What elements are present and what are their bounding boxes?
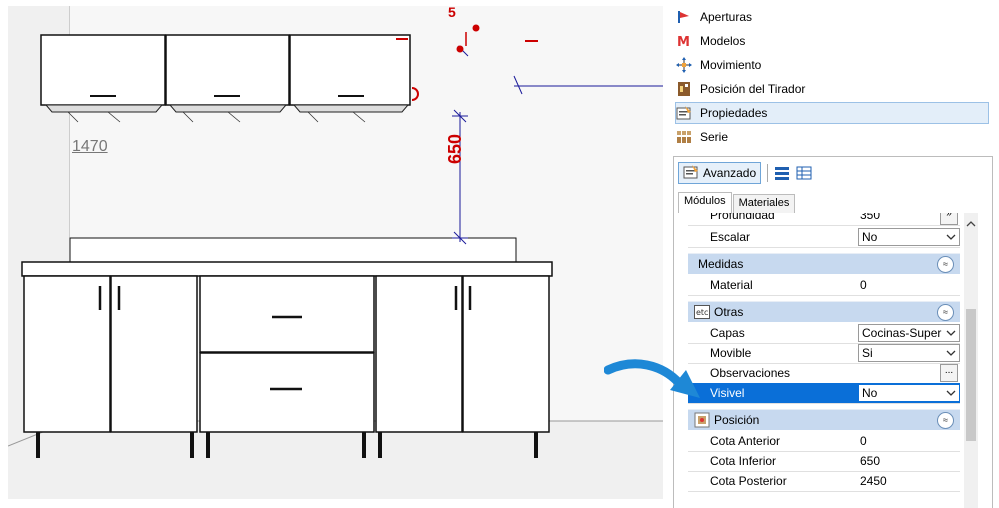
category-label: Medidas xyxy=(698,257,744,271)
category-label: Posición xyxy=(714,413,760,427)
properties-icon xyxy=(676,105,692,121)
row-capas[interactable]: Capas Cocinas-Super xyxy=(688,323,960,344)
menu-item-propiedades[interactable]: Propiedades xyxy=(675,102,989,124)
menu-item-movimiento[interactable]: Movimiento xyxy=(676,54,988,76)
row-movible[interactable]: Movible Si xyxy=(688,343,960,364)
menu-item-posicion-tirador[interactable]: Posición del Tirador xyxy=(676,78,988,100)
menu-item-serie[interactable]: Serie xyxy=(676,126,988,148)
capas-dropdown[interactable]: Cocinas-Super xyxy=(858,324,960,342)
row-cota-anterior[interactable]: Cota Anterior 0 xyxy=(688,431,960,452)
chevron-down-icon xyxy=(946,390,956,396)
models-icon: M xyxy=(676,33,692,49)
row-label: Capas xyxy=(710,326,745,340)
row-escalar[interactable]: Escalar No xyxy=(688,227,960,248)
toolbar-divider xyxy=(767,164,769,182)
property-grid: Profundidad 350 » Escalar No Medidas ≈ M… xyxy=(688,213,960,508)
row-label: Material xyxy=(710,278,753,292)
expand-button[interactable]: » xyxy=(940,213,958,225)
properties-icon xyxy=(683,164,699,183)
etc-icon: etc xyxy=(694,304,710,320)
handle-position-icon xyxy=(676,81,692,97)
menu-item-modelos[interactable]: M Modelos xyxy=(676,30,988,52)
visivel-dropdown[interactable]: No xyxy=(858,384,960,402)
row-material[interactable]: Material 0 xyxy=(688,275,960,296)
chevron-down-icon xyxy=(946,330,956,336)
chevron-down-icon xyxy=(946,234,956,240)
category-otras[interactable]: etc Otras ≈ xyxy=(688,301,960,322)
escalar-dropdown[interactable]: No xyxy=(858,228,960,246)
row-label: Profundidad xyxy=(710,213,775,222)
property-scrollbar[interactable] xyxy=(964,213,978,508)
row-value: 2450 xyxy=(860,474,887,488)
pointer-arrow-icon xyxy=(604,359,700,398)
properties-panel: Aperturas M Modelos Movimiento Posición … xyxy=(670,0,999,508)
row-value: 0 xyxy=(860,434,867,448)
position-icon xyxy=(694,412,710,428)
advanced-label: Avanzado xyxy=(703,166,757,180)
category-posicion[interactable]: Posición ≈ xyxy=(688,409,960,430)
property-toolbar: Avanzado xyxy=(678,161,818,185)
row-observaciones[interactable]: Observaciones ... xyxy=(688,363,960,384)
row-label: Movible xyxy=(710,346,752,360)
ellipsis-button[interactable]: ... xyxy=(940,364,958,382)
dropdown-value: No xyxy=(862,230,878,244)
menu-item-label: Aperturas xyxy=(700,10,753,24)
row-visivel[interactable]: Visivel No xyxy=(688,383,960,404)
movible-dropdown[interactable]: Si xyxy=(858,344,960,362)
app-window: 650 5 1470 Aperturas M Modelos Movimient… xyxy=(0,0,999,508)
collapse-icon[interactable]: ≈ xyxy=(937,304,954,321)
openings-icon xyxy=(676,9,692,25)
row-value: 0 xyxy=(860,278,867,292)
row-value: 350 xyxy=(860,213,881,222)
menu-item-label: Modelos xyxy=(700,34,746,48)
upper-cabinets xyxy=(40,34,411,106)
tab-materiales[interactable]: Materiales xyxy=(732,194,796,213)
row-label: Escalar xyxy=(710,230,751,244)
chevron-up-icon[interactable] xyxy=(964,217,978,231)
width-label: 1470 xyxy=(72,138,108,155)
property-grid-container: Avanzado Módulos Materiales Profundidad … xyxy=(673,156,993,508)
dimension-top-label: 5 xyxy=(448,6,456,20)
collapse-icon[interactable]: ≈ xyxy=(937,412,954,429)
category-medidas[interactable]: Medidas ≈ xyxy=(688,253,960,274)
svg-text:etc: etc xyxy=(696,308,708,317)
scroll-thumb[interactable] xyxy=(966,309,976,441)
series-icon xyxy=(676,129,692,145)
countertop xyxy=(21,261,553,277)
cad-viewport[interactable]: 650 5 1470 xyxy=(8,6,663,499)
property-tabs: Módulos Materiales xyxy=(678,192,796,213)
row-profundidad[interactable]: Profundidad 350 » xyxy=(688,213,960,226)
row-label: Visivel xyxy=(710,386,745,400)
row-label: Cota Posterior xyxy=(710,474,787,488)
category-label: Otras xyxy=(714,305,744,319)
dropdown-value: Si xyxy=(862,346,873,360)
menu-item-label: Movimiento xyxy=(700,58,762,72)
backsplash xyxy=(69,237,517,263)
dimension-height-label: 650 xyxy=(445,133,465,164)
menu-item-label: Posición del Tirador xyxy=(700,82,806,96)
advanced-button[interactable]: Avanzado xyxy=(678,162,762,184)
tab-modulos[interactable]: Módulos xyxy=(678,192,732,213)
row-value: 650 xyxy=(860,454,881,468)
categorized-view-icon[interactable] xyxy=(774,165,790,181)
menu-item-label: Serie xyxy=(700,130,729,144)
row-label: Cota Anterior xyxy=(710,434,781,448)
row-label: Cota Inferior xyxy=(710,454,777,468)
row-label: Observaciones xyxy=(710,366,791,380)
collapse-icon[interactable]: ≈ xyxy=(937,256,954,273)
alphabetical-view-icon[interactable] xyxy=(796,165,812,181)
move-icon xyxy=(676,57,692,73)
dropdown-value: Cocinas-Super xyxy=(862,326,942,340)
menu-item-aperturas[interactable]: Aperturas xyxy=(676,6,988,28)
chevron-down-icon xyxy=(946,350,956,356)
dropdown-value: No xyxy=(862,386,878,400)
row-cota-inferior[interactable]: Cota Inferior 650 xyxy=(688,451,960,472)
kitchen-drawing xyxy=(8,6,663,499)
svg-text:M: M xyxy=(677,35,690,49)
row-cota-posterior[interactable]: Cota Posterior 2450 xyxy=(688,471,960,492)
menu-item-label: Propiedades xyxy=(700,106,768,120)
